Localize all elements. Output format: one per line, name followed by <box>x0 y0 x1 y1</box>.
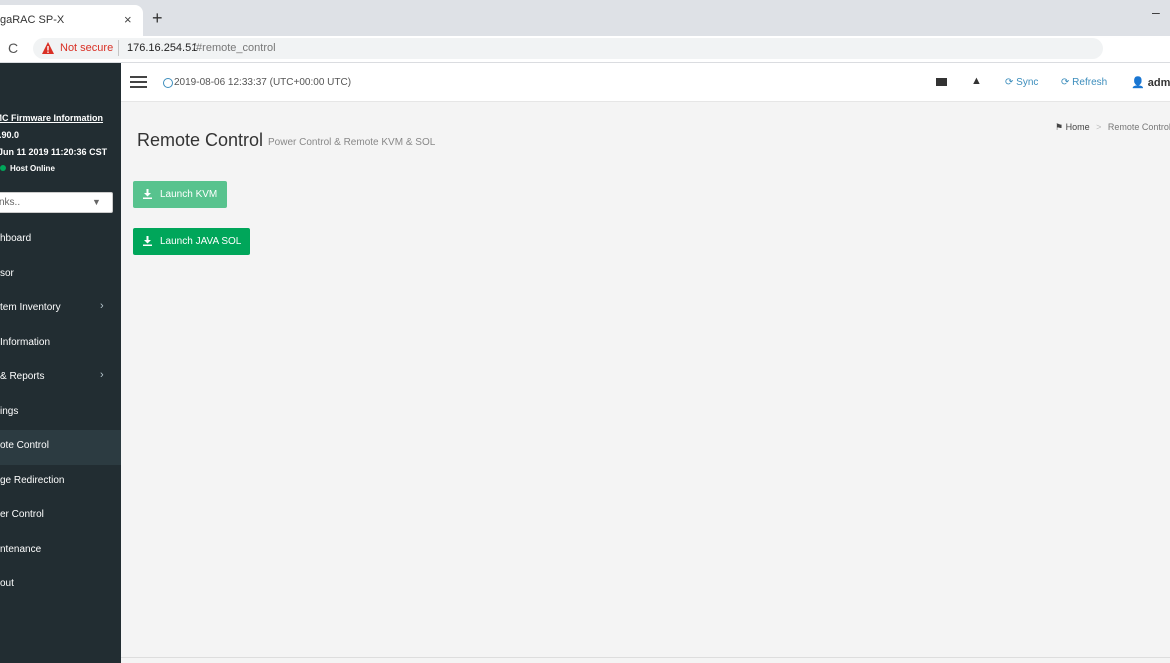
url-path: /#remote_control <box>193 42 276 54</box>
breadcrumb-current: Remote Control <box>1107 122 1170 132</box>
launch-java-sol-label: Launch JAVA SOL <box>160 236 242 247</box>
security-label: Not secure <box>60 42 114 54</box>
sidebar-item-label: tem Inventory <box>0 302 61 313</box>
firmware-date: Jun 11 2019 11:20:36 CST <box>0 147 108 157</box>
browser-tab-strip: gaRAC SP-X × + – <box>0 0 1170 36</box>
sidebar-item-label: er Control <box>0 509 44 520</box>
chevron-right-icon: › <box>100 369 104 381</box>
host-status: Host Online <box>10 164 55 173</box>
sidebar-item-remote-control[interactable]: ote Control <box>0 430 121 465</box>
user-menu[interactable]: 👤 adm <box>1131 76 1170 89</box>
url-host: 176.16.254.51 <box>127 42 198 54</box>
address-bar[interactable]: Not secure 176.16.254.51 /#remote_contro… <box>33 38 1103 59</box>
reload-icon[interactable]: C <box>8 40 18 56</box>
sidebar-item-label: Information <box>0 336 51 348</box>
download-icon <box>143 236 152 246</box>
sidebar-item-label: out <box>0 578 14 589</box>
refresh-label: Refresh <box>1072 77 1108 88</box>
new-tab-button[interactable]: + <box>152 9 163 27</box>
sidebar-item-label: ntenance <box>0 543 42 555</box>
sidebar-item-sensor[interactable]: sor <box>0 258 121 293</box>
footer-divider <box>121 657 1170 658</box>
launch-java-sol-button[interactable]: Launch JAVA SOL <box>133 228 250 255</box>
home-icon: ⚑ <box>1055 122 1064 132</box>
chevron-right-icon: › <box>100 300 104 312</box>
firmware-version: 2.90.0 <box>0 130 20 140</box>
sidebar-item-label: ings <box>0 405 19 417</box>
host-online-icon <box>0 165 6 171</box>
user-label: adm <box>1147 77 1170 89</box>
sidebar-item-label: ge Redirection <box>0 474 65 486</box>
breadcrumb-separator: > <box>1096 122 1102 132</box>
breadcrumb: ⚑ Home > Remote Control <box>1055 122 1170 133</box>
browser-toolbar: C Not secure 176.16.254.51 /#remote_cont… <box>0 36 1170 91</box>
menu-toggle-icon[interactable] <box>130 76 147 88</box>
sidebar-item-settings[interactable]: ings <box>0 396 121 431</box>
bmc-datetime: 2019-08-06 12:33:37 (UTC+00:00 UTC) <box>174 77 352 88</box>
browser-tab[interactable]: gaRAC SP-X × <box>0 5 143 36</box>
sidebar-item-label: sor <box>0 267 14 279</box>
url-divider <box>118 40 119 56</box>
warning-icon <box>42 42 54 54</box>
sidebar-item-maintenance[interactable]: ntenance <box>0 534 121 569</box>
app-header: 2019-08-06 12:33:37 (UTC+00:00 UTC) ▲ ⟳ … <box>121 63 1170 102</box>
sidebar-item-dashboard[interactable]: hboard <box>0 223 121 258</box>
sidebar-item-power-control[interactable]: er Control <box>0 499 121 534</box>
sync-label: Sync <box>1016 77 1039 88</box>
quick-links-select[interactable]: nks.. ▼ <box>0 192 113 213</box>
chevron-down-icon: ▼ <box>92 197 101 207</box>
sidebar-item-image-redirection[interactable]: ge Redirection <box>0 465 121 500</box>
minimize-window-button[interactable]: – <box>1152 4 1160 20</box>
breadcrumb-home-link[interactable]: Home <box>1066 122 1090 132</box>
sync-button[interactable]: ⟳ Sync <box>1005 77 1038 88</box>
sidebar-item-label: hboard <box>0 233 32 244</box>
envelope-icon[interactable] <box>936 78 947 86</box>
close-tab-icon[interactable]: × <box>124 12 132 27</box>
page-title: Remote Control <box>137 130 264 150</box>
tab-title: gaRAC SP-X <box>0 14 65 26</box>
sidebar-item-sign-out[interactable]: out <box>0 568 121 603</box>
launch-kvm-label: Launch KVM <box>160 189 218 200</box>
clock-icon <box>163 78 173 88</box>
sync-icon: ⟳ <box>1005 77 1014 88</box>
sidebar-nav: hboard sor tem Inventory › Information &… <box>0 223 121 603</box>
sidebar-item-logs-reports[interactable]: & Reports › <box>0 361 121 396</box>
sidebar-item-system-inventory[interactable]: tem Inventory › <box>0 292 121 327</box>
user-icon: 👤 <box>1131 77 1145 89</box>
launch-kvm-button[interactable]: Launch KVM <box>133 181 227 208</box>
firmware-info-link[interactable]: BMC Firmware Information <box>0 113 103 123</box>
refresh-button[interactable]: ⟳ Refresh <box>1061 77 1107 88</box>
sidebar-item-fru-information[interactable]: Information <box>0 327 121 362</box>
sidebar-item-label: & Reports <box>0 371 45 382</box>
quick-links-placeholder: nks.. <box>0 197 21 208</box>
download-icon <box>143 189 152 199</box>
sidebar: BMC Firmware Information 2.90.0 Jun 11 2… <box>0 63 121 663</box>
page-subtitle: Power Control & Remote KVM & SOL <box>268 137 436 148</box>
refresh-icon: ⟳ <box>1061 77 1070 88</box>
sidebar-item-label: ote Control <box>0 440 49 451</box>
alert-icon[interactable]: ▲ <box>971 75 982 87</box>
